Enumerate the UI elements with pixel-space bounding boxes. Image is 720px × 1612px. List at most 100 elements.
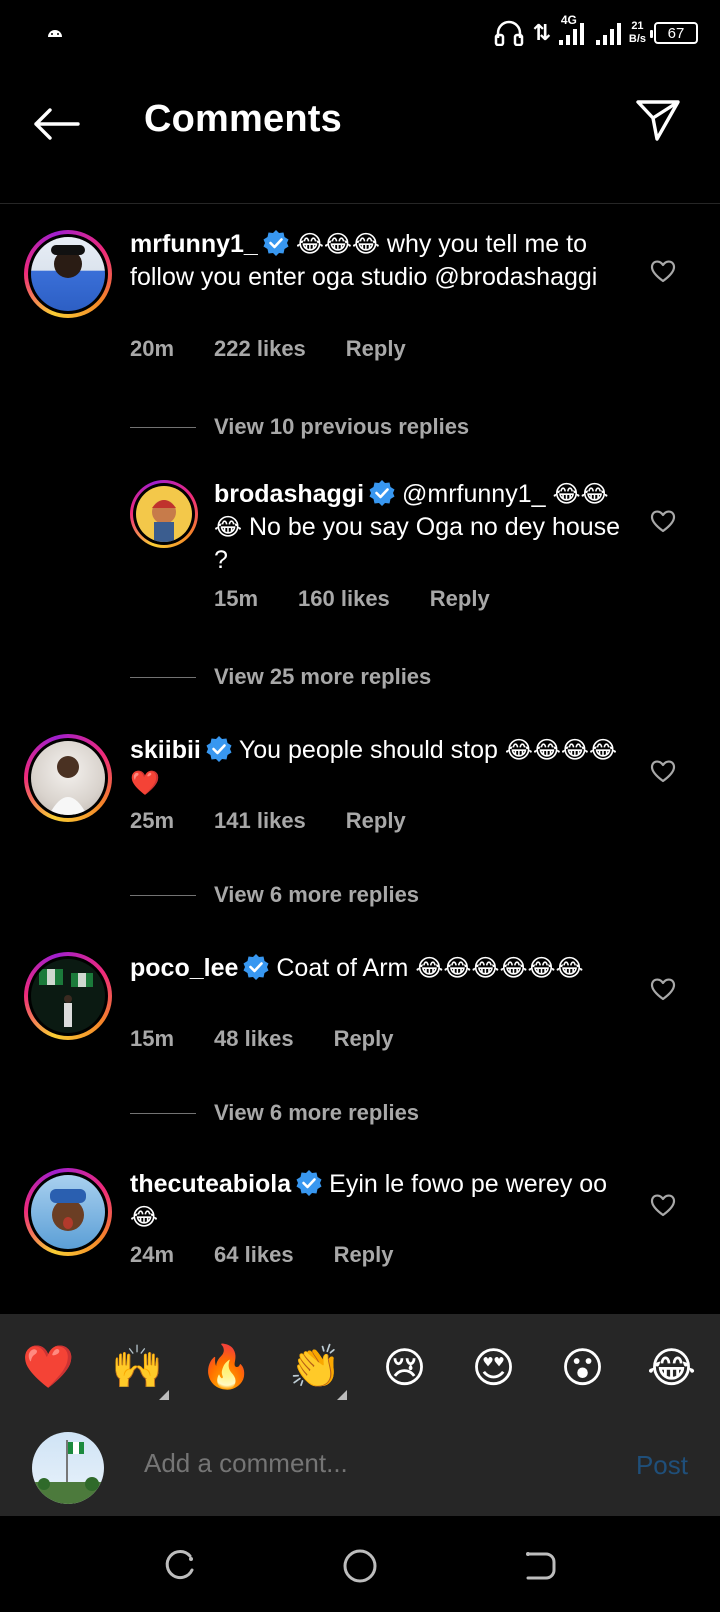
- comment-composer: Post: [0, 1420, 720, 1516]
- comment-text: brodashaggi @mrfunny1_ 😂😂😂 No be you say …: [214, 478, 624, 577]
- comment-input[interactable]: [144, 1448, 584, 1479]
- header: Comments: [0, 64, 720, 204]
- heart-icon: [650, 760, 676, 783]
- comment-meta: 25m 141 likes Reply: [130, 808, 406, 834]
- direct-send-icon: [636, 100, 680, 141]
- likes-count[interactable]: 48 likes: [214, 1026, 294, 1052]
- comment-body: You people should stop: [238, 736, 505, 764]
- network-type: 4G: [560, 13, 577, 27]
- emoji-text: 😂: [130, 1203, 159, 1231]
- avatar[interactable]: [24, 734, 112, 822]
- comment-time: 20m: [130, 336, 175, 361]
- verified-badge-icon: [369, 480, 395, 506]
- verified-badge-icon: [263, 230, 289, 256]
- skin-tone-indicator-icon: [158, 1390, 169, 1400]
- emoji-laughing-button[interactable]: 😂: [637, 1343, 707, 1392]
- comment-meta: 20m 222 likes Reply: [130, 336, 406, 362]
- comment-time: 15m: [130, 1026, 175, 1051]
- heart-icon: [650, 1194, 676, 1217]
- like-button[interactable]: [648, 506, 678, 536]
- battery-level: 67: [667, 24, 685, 42]
- heart-icon: [650, 260, 676, 283]
- home-icon[interactable]: [340, 1546, 380, 1586]
- reply-button[interactable]: Reply: [334, 1026, 394, 1052]
- like-button[interactable]: [648, 974, 678, 1004]
- like-button[interactable]: [648, 756, 678, 786]
- heart-icon: [650, 510, 676, 533]
- likes-count[interactable]: 222 likes: [214, 336, 306, 362]
- emoji-fire-button[interactable]: 🔥: [192, 1342, 262, 1392]
- verified-badge-icon: [206, 736, 232, 762]
- comment-text: mrfunny1_ 😂😂😂 why you tell me to follow y…: [130, 228, 630, 294]
- username[interactable]: brodashaggi: [214, 480, 364, 508]
- mention-link[interactable]: @mrfunny1_: [402, 480, 552, 508]
- avatar[interactable]: [130, 480, 198, 548]
- headset-icon: [495, 20, 524, 46]
- view-replies-button[interactable]: View 6 more replies: [130, 882, 419, 908]
- username[interactable]: mrfunny1_: [130, 230, 258, 258]
- view-replies-button[interactable]: View 6 more replies: [130, 1100, 419, 1126]
- reply-button[interactable]: Reply: [346, 808, 406, 834]
- divider-line: [130, 894, 196, 896]
- emoji-clap-button[interactable]: 👏: [281, 1342, 351, 1400]
- comment-meta: 24m 64 likes Reply: [130, 1242, 393, 1268]
- heart-icon: [650, 978, 676, 1001]
- emoji-raised-hands-button[interactable]: 🙌: [103, 1342, 173, 1400]
- back-nav-icon[interactable]: [520, 1546, 560, 1586]
- avatar[interactable]: [24, 1168, 112, 1256]
- system-nav-bar: [0, 1516, 720, 1612]
- comment-body: No be you say Oga no dey house ?: [214, 513, 621, 574]
- comment-meta: 15m 48 likes Reply: [130, 1026, 393, 1052]
- status-bar: ⇅ 4G 21 B/s 67: [0, 0, 720, 64]
- likes-count[interactable]: 160 likes: [298, 586, 390, 612]
- comment-time: 25m: [130, 808, 175, 833]
- comment-time: 15m: [214, 586, 259, 611]
- like-button[interactable]: [648, 1190, 678, 1220]
- android-debug-icon: [48, 30, 62, 37]
- emoji-heart-button[interactable]: ❤️: [14, 1342, 84, 1392]
- comment-body: Coat of Arm: [276, 954, 416, 982]
- divider-line: [130, 676, 196, 678]
- back-button[interactable]: [30, 98, 82, 150]
- signal-icon: 4G: [558, 13, 621, 45]
- back-arrow-icon: [34, 108, 80, 140]
- view-replies-button[interactable]: View 25 more replies: [130, 664, 431, 690]
- likes-count[interactable]: 64 likes: [214, 1242, 294, 1268]
- recent-apps-icon[interactable]: [160, 1546, 200, 1586]
- comment-text: thecuteabiola Eyin le fowo pe werey oo 😂: [130, 1168, 630, 1234]
- emoji-heart-eyes-button[interactable]: 😍: [459, 1343, 529, 1392]
- comment-text: skiibii You people should stop 😂😂😂😂❤️: [130, 734, 630, 800]
- reply-button[interactable]: Reply: [430, 586, 490, 612]
- skin-tone-indicator-icon: [336, 1390, 347, 1400]
- emoji-text: 😂😂😂: [295, 230, 380, 258]
- verified-badge-icon: [243, 954, 269, 980]
- username[interactable]: poco_lee: [130, 954, 238, 982]
- battery-icon: 67: [650, 22, 698, 44]
- emoji-surprised-button[interactable]: 😮: [548, 1343, 618, 1392]
- like-button[interactable]: [648, 256, 678, 286]
- avatar[interactable]: [24, 230, 112, 318]
- data-transfer-icon: ⇅: [532, 20, 551, 45]
- comment-text: poco_lee Coat of Arm 😂😂😂😂😂😂: [130, 952, 630, 985]
- net-speed: 21 B/s: [628, 20, 646, 45]
- quick-emoji-bar: ❤️ 🙌 🔥 👏 😢 😍 😮 😂: [0, 1314, 720, 1420]
- username[interactable]: skiibii: [130, 736, 201, 764]
- emoji-crying-button[interactable]: 😢: [370, 1343, 440, 1392]
- verified-badge-icon: [296, 1170, 322, 1196]
- username[interactable]: thecuteabiola: [130, 1170, 291, 1198]
- comment-body: Eyin le fowo pe werey oo: [329, 1170, 608, 1198]
- comment-time: 24m: [130, 1242, 175, 1267]
- page-title: Comments: [144, 98, 342, 140]
- divider-line: [130, 426, 196, 428]
- current-user-avatar: [32, 1432, 104, 1504]
- likes-count[interactable]: 141 likes: [214, 808, 306, 834]
- emoji-text: 😂😂😂😂😂😂: [415, 954, 584, 982]
- avatar[interactable]: [24, 952, 112, 1040]
- view-replies-button[interactable]: View 10 previous replies: [130, 414, 469, 440]
- reply-button[interactable]: Reply: [346, 336, 406, 362]
- reply-button[interactable]: Reply: [334, 1242, 394, 1268]
- post-button[interactable]: Post: [636, 1450, 688, 1481]
- comment-meta: 15m 160 likes Reply: [214, 586, 490, 612]
- share-button[interactable]: [632, 94, 684, 146]
- divider-line: [130, 1112, 196, 1114]
